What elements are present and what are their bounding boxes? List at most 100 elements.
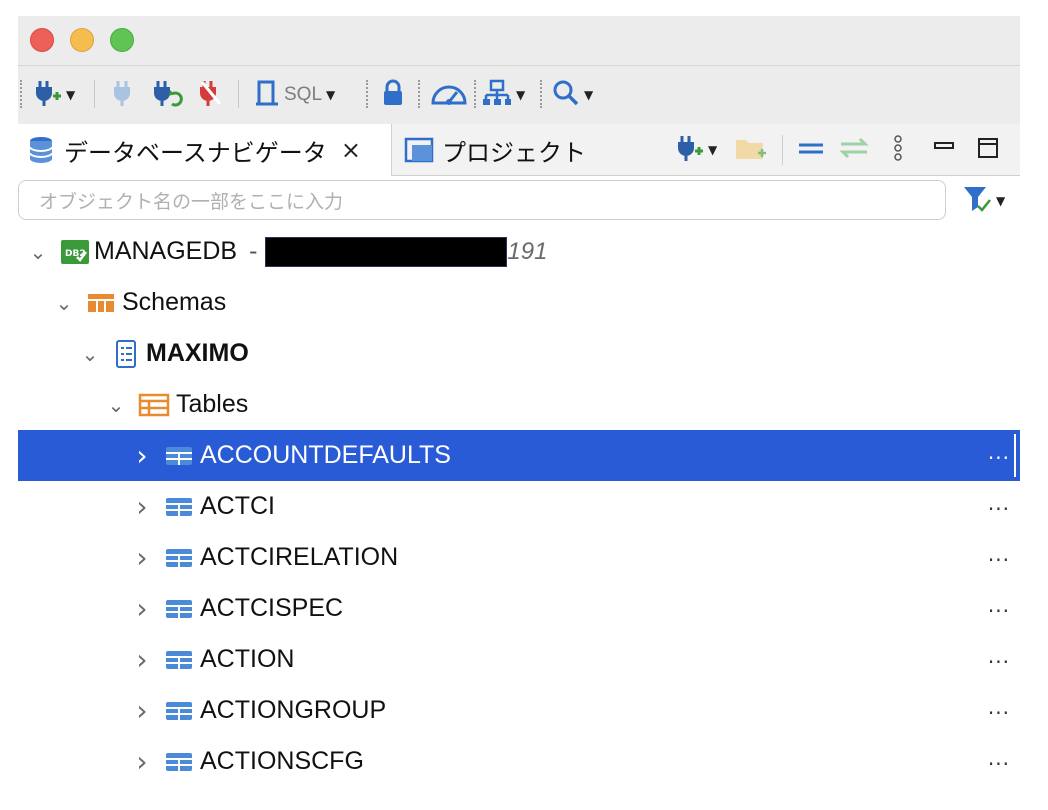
object-filter-placeholder: オブジェクト名の一部をここに入力 — [39, 191, 344, 213]
schema-icon — [112, 339, 140, 369]
table-name: ACCOUNTDEFAULTS — [200, 441, 451, 469]
table-icon — [164, 546, 194, 570]
more-options-icon[interactable]: ... — [988, 695, 1010, 719]
minimize-window-button[interactable] — [70, 28, 94, 52]
db2-connection-icon: DB2 — [60, 237, 90, 267]
table-icon — [164, 495, 194, 519]
connection-suffix: 191 — [507, 237, 548, 265]
chevron-right-icon[interactable]: › — [130, 541, 154, 574]
network-icon — [482, 78, 512, 112]
tab-toolbar-separator — [782, 135, 783, 165]
search-button[interactable]: ▼ — [552, 80, 593, 110]
table-icon — [164, 648, 194, 672]
new-connection-button[interactable]: ▼ — [32, 80, 75, 110]
search-icon — [552, 78, 580, 112]
chevron-right-icon[interactable]: › — [130, 643, 154, 676]
toolbar-grip — [20, 80, 22, 108]
table-row[interactable]: › ACTCI... — [18, 481, 1020, 532]
view-menu-button[interactable] — [890, 135, 906, 165]
table-name: ACTCIRELATION — [200, 543, 399, 571]
disconnect-all-button[interactable] — [196, 80, 226, 110]
chevron-right-icon[interactable]: › — [130, 694, 154, 727]
link-arrows-icon — [838, 133, 870, 167]
chevron-down-icon[interactable]: ⌄ — [26, 240, 50, 264]
table-row[interactable]: › ACTCIRELATION... — [18, 532, 1020, 583]
more-options-icon[interactable]: ... — [988, 746, 1010, 770]
table-row[interactable]: › ACCOUNTDEFAULTS... — [18, 430, 1020, 481]
table-name: ACTIONGROUP — [200, 696, 387, 724]
toolbar-grip — [474, 80, 476, 108]
chevron-down-icon: ▼ — [516, 88, 526, 102]
chevron-right-icon[interactable]: › — [130, 490, 154, 523]
zoom-window-button[interactable] — [110, 28, 134, 52]
network-button[interactable]: ▼ — [482, 78, 526, 112]
toolbar-grip — [366, 80, 368, 108]
new-connection-view-button[interactable]: ▼ — [674, 135, 717, 165]
chevron-down-icon[interactable]: ⌄ — [78, 342, 102, 366]
tables-label: Tables — [176, 390, 249, 418]
close-window-button[interactable] — [30, 28, 54, 52]
link-with-editor-button[interactable] — [838, 135, 870, 165]
toolbar-grip — [540, 80, 542, 108]
minimize-view-button[interactable] — [932, 135, 956, 165]
tab-projects[interactable]: プロジェクト — [400, 124, 660, 176]
tree-node-schema-maximo[interactable]: ⌄ MAXIMO — [18, 328, 1020, 379]
minimize-icon — [932, 133, 956, 167]
tab-database-navigator-label: データベースナビゲータ — [64, 138, 327, 167]
filter-button[interactable]: ▼ — [962, 184, 1005, 218]
more-options-icon[interactable]: ... — [988, 440, 1010, 464]
table-name: ACTION — [200, 645, 295, 673]
chevron-down-icon: ▼ — [708, 143, 718, 157]
lock-button[interactable] — [380, 78, 406, 112]
project-icon — [404, 135, 434, 165]
more-options-icon[interactable]: ... — [988, 644, 1010, 668]
more-options-icon[interactable]: ... — [988, 491, 1010, 515]
filter-icon — [962, 184, 992, 218]
more-options-icon[interactable]: ... — [988, 542, 1010, 566]
new-folder-button[interactable] — [734, 135, 768, 165]
object-filter-input[interactable]: オブジェクト名の一部をここに入力 — [18, 180, 946, 220]
chevron-down-icon[interactable]: ⌄ — [104, 393, 128, 417]
dashboard-icon — [430, 78, 468, 112]
main-toolbar: ▼ SQL ▼ ▼ ▼ — [18, 66, 1020, 124]
table-row[interactable]: › ACTIONSCFG... — [18, 736, 1020, 787]
chevron-right-icon[interactable]: › — [130, 592, 154, 625]
table-name: ACTCI — [200, 492, 275, 520]
dashboard-button[interactable] — [430, 80, 468, 110]
table-row[interactable]: › ACTCISPEC... — [18, 583, 1020, 634]
table-icon — [164, 444, 194, 468]
toolbar-separator — [238, 80, 239, 108]
chevron-down-icon: ▼ — [326, 88, 336, 102]
redacted-host — [265, 236, 508, 267]
maximize-view-button[interactable] — [976, 135, 1000, 165]
maximize-icon — [976, 133, 1000, 167]
disconnect-all-icon — [196, 78, 226, 112]
tab-database-navigator[interactable]: データベースナビゲータ × — [18, 124, 392, 176]
disconnect-button[interactable] — [110, 80, 136, 110]
chevron-right-icon[interactable]: › — [130, 745, 154, 778]
tree-node-schemas[interactable]: ⌄ Schemas — [18, 277, 1020, 328]
new-folder-icon — [734, 133, 768, 167]
table-row[interactable]: › ACTIONGROUP... — [18, 685, 1020, 736]
connection-name: MANAGEDB — [94, 237, 238, 265]
window-titlebar — [18, 16, 1020, 66]
tree-node-connection[interactable]: ⌄ DB2 MANAGEDB - 191 — [18, 226, 1020, 277]
database-icon — [26, 135, 56, 165]
reconnect-button[interactable] — [150, 80, 184, 110]
collapse-all-button[interactable] — [796, 135, 826, 165]
collapse-all-icon — [796, 133, 826, 167]
lock-icon — [380, 78, 406, 112]
tab-projects-label: プロジェクト — [442, 138, 586, 167]
close-icon[interactable]: × — [341, 136, 361, 164]
new-connection-icon — [32, 78, 62, 112]
sql-editor-button[interactable]: SQL ▼ — [254, 80, 335, 110]
chevron-down-icon[interactable]: ⌄ — [52, 291, 76, 315]
chevron-down-icon: ▼ — [996, 194, 1006, 208]
tree-node-tables[interactable]: ⌄ Tables — [18, 379, 1020, 430]
chevron-down-icon: ▼ — [584, 88, 594, 102]
table-row[interactable]: › ACTION... — [18, 634, 1020, 685]
chevron-right-icon[interactable]: › — [130, 439, 154, 472]
more-options-icon[interactable]: ... — [988, 593, 1010, 617]
schemas-folder-icon — [86, 290, 116, 316]
tables-folder-icon — [138, 392, 170, 418]
